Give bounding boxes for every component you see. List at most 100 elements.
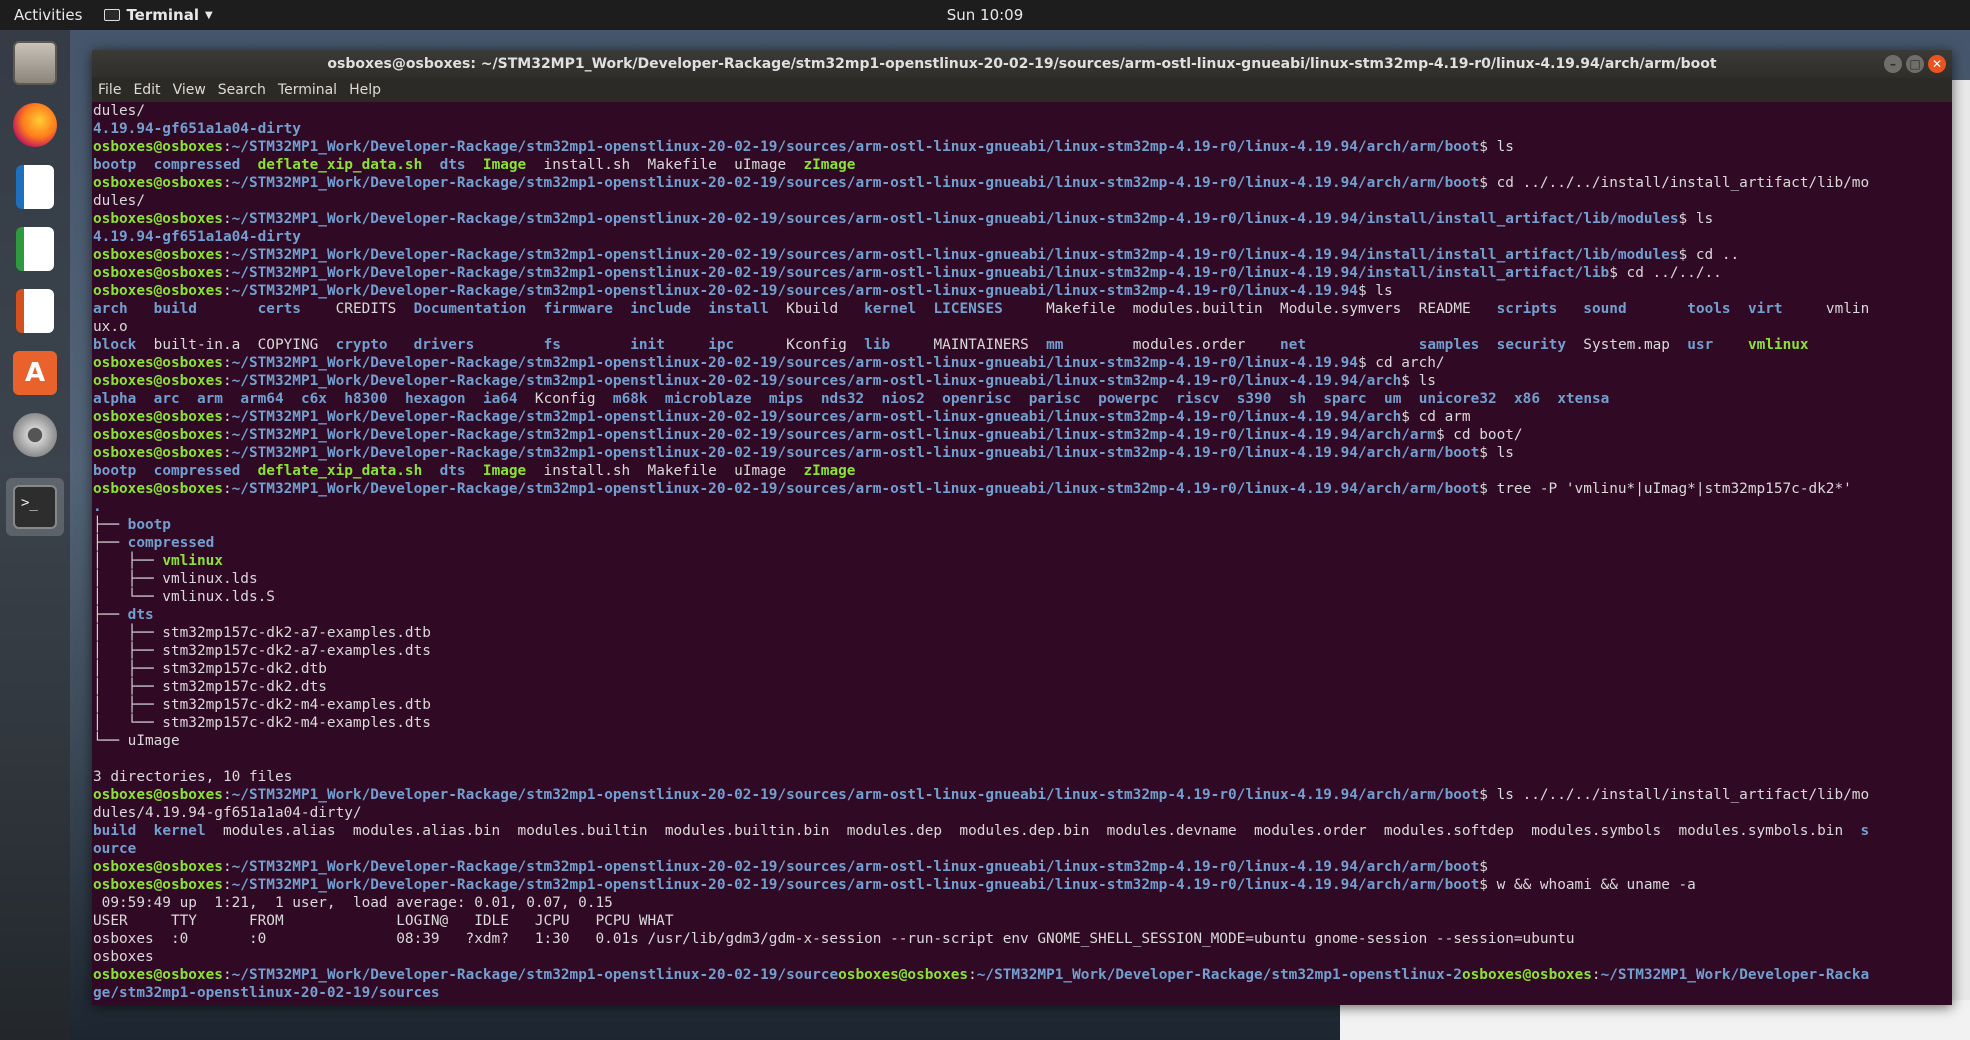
terminal-text: vmlinux <box>1747 337 1809 353</box>
terminal-text: microblaze <box>664 391 752 407</box>
terminal-text: osboxes@osboxes <box>93 283 223 299</box>
dock-item-firefox[interactable] <box>6 96 64 154</box>
terminal-text: ├── <box>93 607 128 623</box>
terminal-text: Image <box>482 157 527 173</box>
menu-file[interactable]: File <box>98 82 121 98</box>
terminal-text: crypto <box>335 337 388 353</box>
terminal-line: ux.o <box>93 318 1952 336</box>
terminal-text: : <box>222 175 232 191</box>
terminal-text: MAINTAINERS <box>890 337 1047 353</box>
terminal-text: mm <box>1046 337 1064 353</box>
terminal-line: │ ├── stm32mp157c-dk2-a7-examples.dts <box>93 642 1952 660</box>
terminal-text: 3 directories, 10 files <box>93 769 293 785</box>
terminal-text: dts <box>439 157 466 173</box>
menu-edit[interactable]: Edit <box>133 82 160 98</box>
window-titlebar[interactable]: osboxes@osboxes: ~/STM32MP1_Work/Develop… <box>92 50 1952 78</box>
terminal-line: osboxes@osboxes:~/STM32MP1_Work/Develope… <box>93 858 1952 876</box>
terminal-icon: >_ <box>13 485 57 529</box>
files-icon <box>13 41 57 85</box>
terminal-line: │ └── stm32mp157c-dk2-m4-examples.dts <box>93 714 1952 732</box>
dock-item-calc[interactable] <box>6 220 64 278</box>
maximize-icon[interactable]: □ <box>1906 55 1924 73</box>
menu-search[interactable]: Search <box>218 82 266 98</box>
terminal-text: $ <box>1479 859 1488 875</box>
terminal-line: osboxes@osboxes:~/STM32MP1_Work/Develope… <box>93 174 1952 192</box>
terminal-text: ~/STM32MP1_Work/Developer-Rackage/stm32m… <box>231 787 1480 803</box>
terminal-line: 09:59:49 up 1:21, 1 user, load average: … <box>93 894 1952 912</box>
terminal-text: : <box>1591 967 1601 983</box>
terminal-text: $ ls <box>1678 211 1714 227</box>
terminal-line: osboxes@osboxes:~/STM32MP1_Work/Develope… <box>93 444 1952 462</box>
dock-item-writer[interactable] <box>6 158 64 216</box>
terminal-text: : <box>222 445 232 461</box>
terminal-text: s390 <box>1236 391 1272 407</box>
terminal-text: riscv <box>1176 391 1220 407</box>
terminal-text: osboxes@osboxes <box>93 265 223 281</box>
terminal-line: ge/stm32mp1-openstlinux-20-02-19/sources <box>93 984 1952 1002</box>
terminal-text: │ ├── vmlinux.lds <box>93 571 258 587</box>
terminal-text: security <box>1496 337 1566 353</box>
menu-help[interactable]: Help <box>349 82 381 98</box>
terminal-text: vmlinux <box>162 553 223 569</box>
terminal-line: │ ├── stm32mp157c-dk2.dtb <box>93 660 1952 678</box>
terminal-line: arch build certs CREDITS Documentation f… <box>93 300 1952 318</box>
terminal-text: $ ls <box>1357 283 1393 299</box>
terminal-text: : <box>222 409 232 425</box>
terminal-text: um <box>1384 391 1402 407</box>
dock-item-files[interactable] <box>6 34 64 92</box>
terminal-line: bootp compressed deflate_xip_data.sh dts… <box>93 462 1952 480</box>
terminal-text: compressed <box>153 157 241 173</box>
menu-view[interactable]: View <box>173 82 206 98</box>
terminal-text: c6x <box>300 391 327 407</box>
terminal-text: osboxes@osboxes <box>93 373 223 389</box>
terminal-text: ource <box>93 841 137 857</box>
terminal-text: Makefile modules.builtin Module.symvers … <box>1002 301 1497 317</box>
terminal-output[interactable]: dules/4.19.94-gf651a1a04-dirty osboxes@os… <box>92 102 1952 1005</box>
terminal-text: │ └── vmlinux.lds.S <box>93 589 275 605</box>
terminal-text: │ ├── stm32mp157c-dk2-m4-examples.dtb <box>93 697 431 713</box>
terminal-text: USER TTY FROM LOGIN@ IDLE JCPU PCPU WHAT <box>93 913 674 929</box>
close-icon[interactable]: ✕ <box>1928 55 1946 73</box>
window-title: osboxes@osboxes: ~/STM32MP1_Work/Develop… <box>327 56 1717 72</box>
dock-item-software[interactable]: A <box>6 344 64 402</box>
menu-terminal[interactable]: Terminal <box>278 82 337 98</box>
terminal-text: ~/STM32MP1_Work/Developer-Rackage/stm32m… <box>231 211 1679 227</box>
clock[interactable]: Sun 10:09 <box>947 6 1024 24</box>
terminal-text: fs <box>543 337 561 353</box>
terminal-text: ~/STM32MP1_Work/Developer-Rackage/stm32m… <box>231 355 1358 371</box>
activities-button[interactable]: Activities <box>0 6 96 24</box>
terminal-text: dules/4.19.94-gf651a1a04-dirty/ <box>93 805 362 821</box>
terminal-text: osboxes@osboxes <box>93 355 223 371</box>
app-menu[interactable]: Terminal ▼ <box>104 6 213 24</box>
minimize-icon[interactable]: – <box>1884 55 1902 73</box>
terminal-line: osboxes@osboxes:~/STM32MP1_Work/Develope… <box>93 246 1952 264</box>
dock-item-impress[interactable] <box>6 282 64 340</box>
terminal-text: nios2 <box>881 391 925 407</box>
terminal-text: $ cd arm <box>1401 409 1471 425</box>
terminal-text: ├── <box>93 517 128 533</box>
terminal-text: init <box>630 337 665 353</box>
dock-item-settings[interactable] <box>6 406 64 464</box>
terminal-text: ~/STM32MP1_Work/Developer-Rackage/stm32m… <box>231 247 1679 263</box>
terminal-line: osboxes <box>93 948 1952 966</box>
top-bar: Activities Terminal ▼ Sun 10:09 <box>0 0 1970 30</box>
terminal-text: CREDITS <box>300 301 414 317</box>
terminal-text: ge/stm32mp1-openstlinux-20-02-19/sources <box>93 985 440 1001</box>
impress-icon <box>16 289 54 333</box>
dock-item-terminal[interactable]: >_ <box>6 478 64 536</box>
terminal-text: virt <box>1747 301 1783 317</box>
